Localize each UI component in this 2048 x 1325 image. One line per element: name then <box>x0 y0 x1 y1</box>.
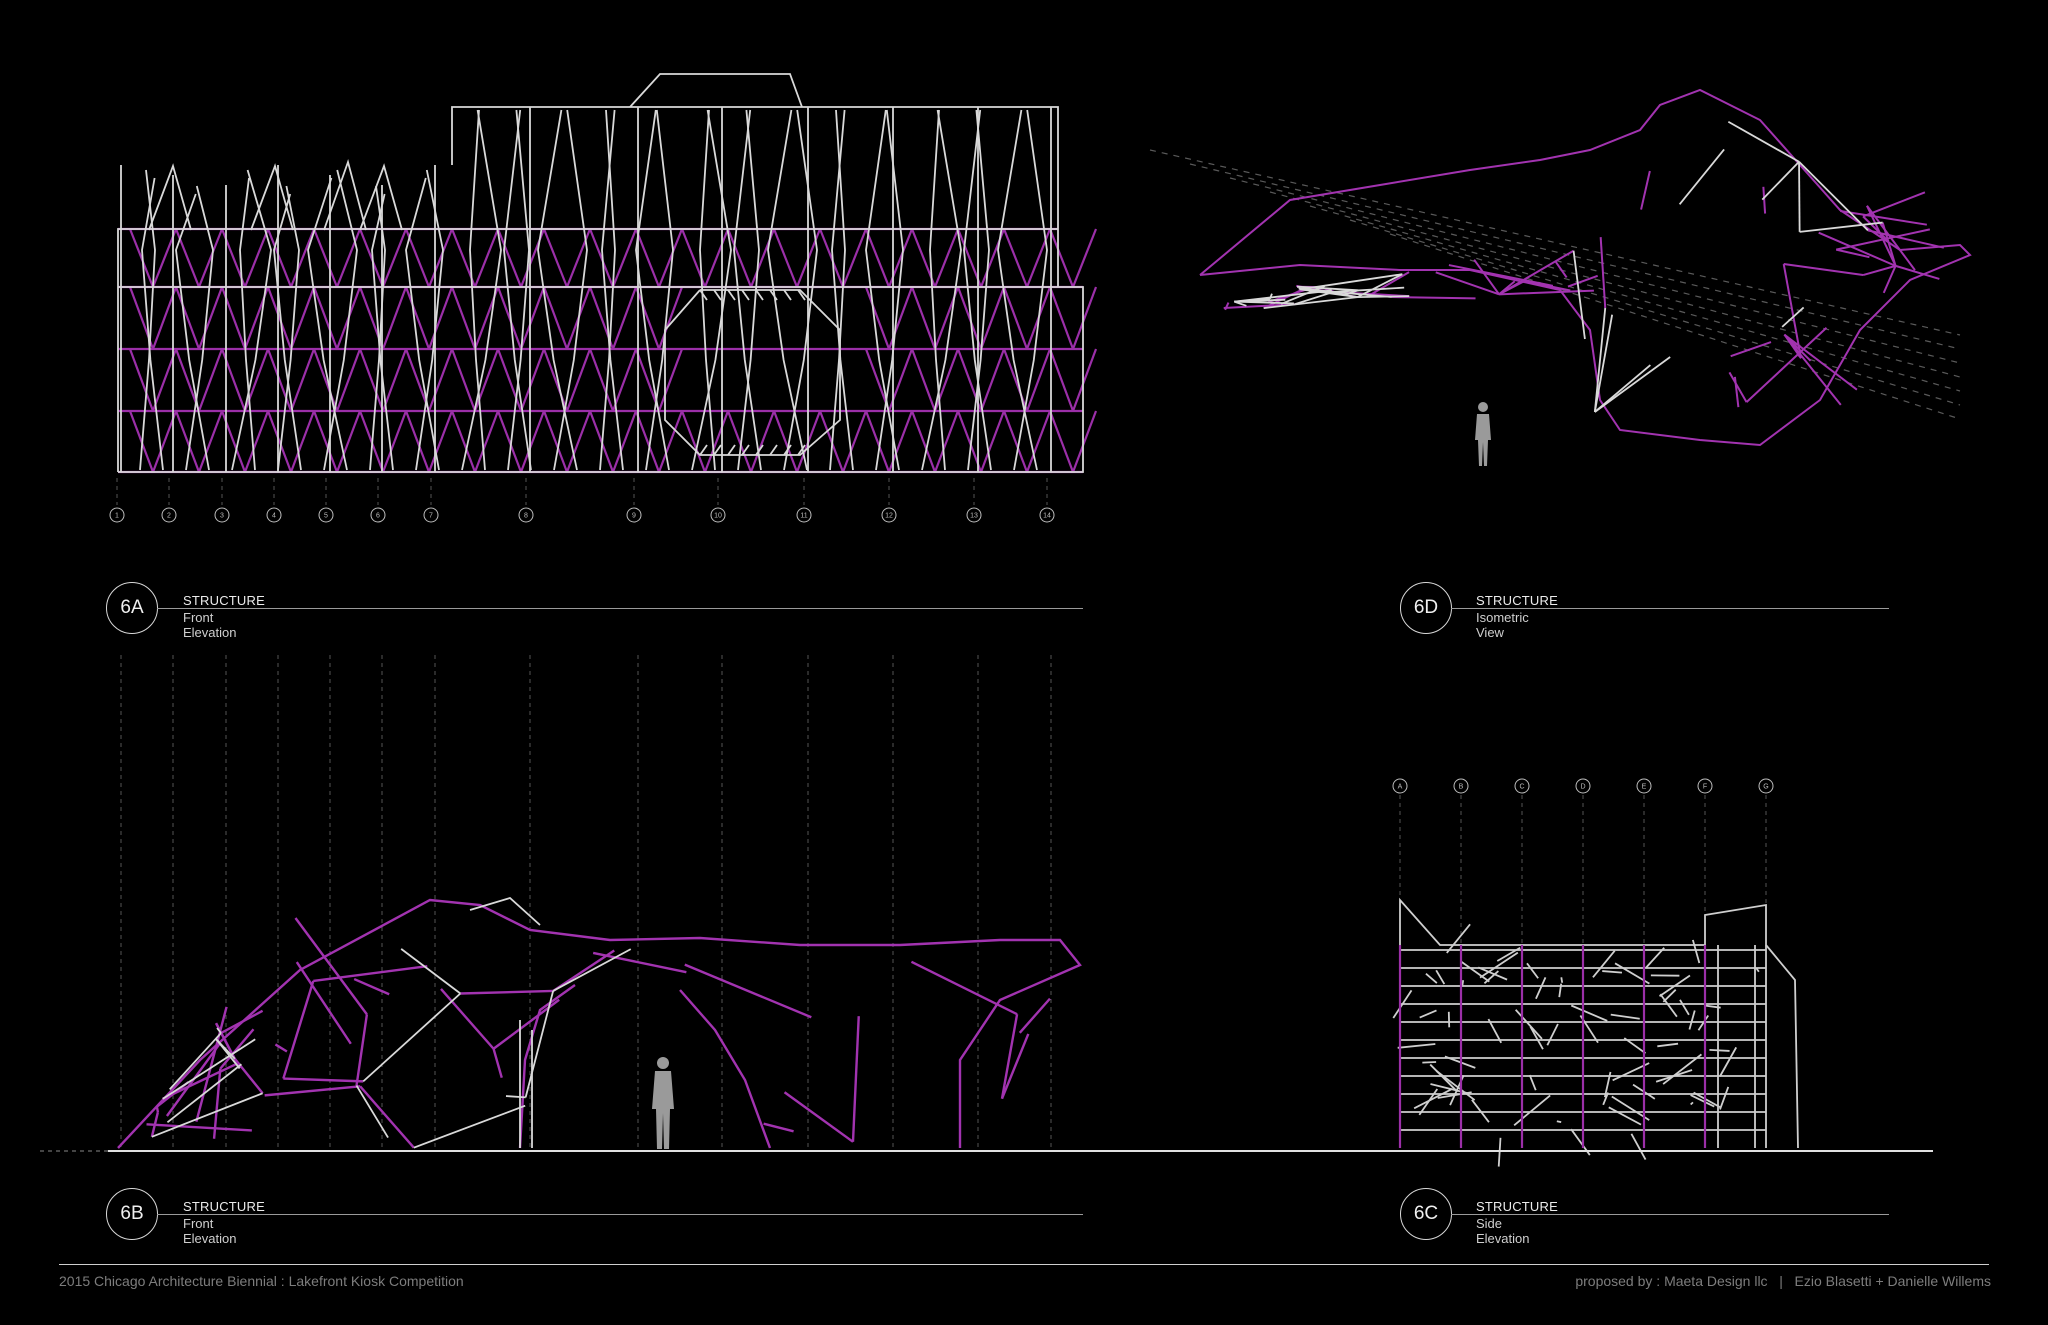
panel-heading-6c: STRUCTURE <box>1476 1199 1558 1214</box>
grid-number-label: 7 <box>429 513 433 520</box>
footer-rule <box>59 1264 1989 1265</box>
isometric-view-6d-structure <box>1149 88 1972 466</box>
drawing-sheet: 1 2 3 4 5 6 7 8 9 10 11 12 13 14 ABCDEFG <box>40 73 1972 1167</box>
grid-number-label: 13 <box>970 513 978 520</box>
panel-badge-6a: 6A <box>106 582 158 634</box>
panel-subheading-6b: Front Elevation <box>183 1216 237 1246</box>
panel-heading-6a: STRUCTURE <box>183 593 265 608</box>
grid-number-label: 3 <box>220 513 224 520</box>
grid-number-label: 12 <box>885 513 893 520</box>
title-rule-6b <box>157 1214 1083 1215</box>
grid-letter-label: E <box>1642 784 1647 791</box>
panel-badge-6b: 6B <box>106 1188 158 1240</box>
grid-letter-label: B <box>1459 784 1464 791</box>
grid-number-label: 5 <box>324 513 328 520</box>
grid-letter-label: G <box>1763 784 1768 791</box>
panel-subheading-6a: Front Elevation <box>183 610 237 640</box>
title-rule-6d <box>1451 608 1889 609</box>
grid-number-label: 9 <box>632 513 636 520</box>
grid-letter-label: D <box>1580 784 1585 791</box>
footer-project-credit: 2015 Chicago Architecture Biennial : Lak… <box>59 1273 464 1289</box>
grid-number-label: 11 <box>800 513 807 520</box>
title-rule-6a <box>157 608 1083 609</box>
grid-number-label: 14 <box>1043 513 1051 520</box>
grid-letter-label: F <box>1703 784 1707 791</box>
panel-subheading-6d: Isometric View <box>1476 610 1529 640</box>
footer-author-credit: proposed by : Maeta Design llc | Ezio Bl… <box>1575 1273 1991 1289</box>
grid-number-label: 8 <box>524 513 528 520</box>
title-rule-6c <box>1451 1214 1889 1215</box>
panel-heading-6b: STRUCTURE <box>183 1199 265 1214</box>
side-elevation-6c-structure: A B C D E F G <box>1392 778 1799 1167</box>
front-elevation-6a-structure: 1 2 3 4 5 6 7 8 9 10 11 12 13 14 <box>109 73 1098 523</box>
panel-badge-6c: 6C <box>1400 1188 1452 1240</box>
panel-heading-6d: STRUCTURE <box>1476 593 1558 608</box>
human-figure-elevation <box>652 1057 674 1149</box>
panel-subheading-6c: Side Elevation <box>1476 1216 1530 1246</box>
grid-letter-label: A <box>1398 784 1403 791</box>
grid-number-label: 6 <box>376 513 380 520</box>
grid-number-label: 1 <box>115 513 119 520</box>
grid-number-label: 2 <box>167 513 171 520</box>
grid-number-label: 4 <box>272 513 276 520</box>
grid-letter-label: C <box>1519 784 1524 791</box>
panel-badge-6d: 6D <box>1400 582 1452 634</box>
front-elevation-6b-structure <box>117 655 1082 1149</box>
human-figure-isometric <box>1475 402 1491 466</box>
grid-number-label: 10 <box>714 513 722 520</box>
